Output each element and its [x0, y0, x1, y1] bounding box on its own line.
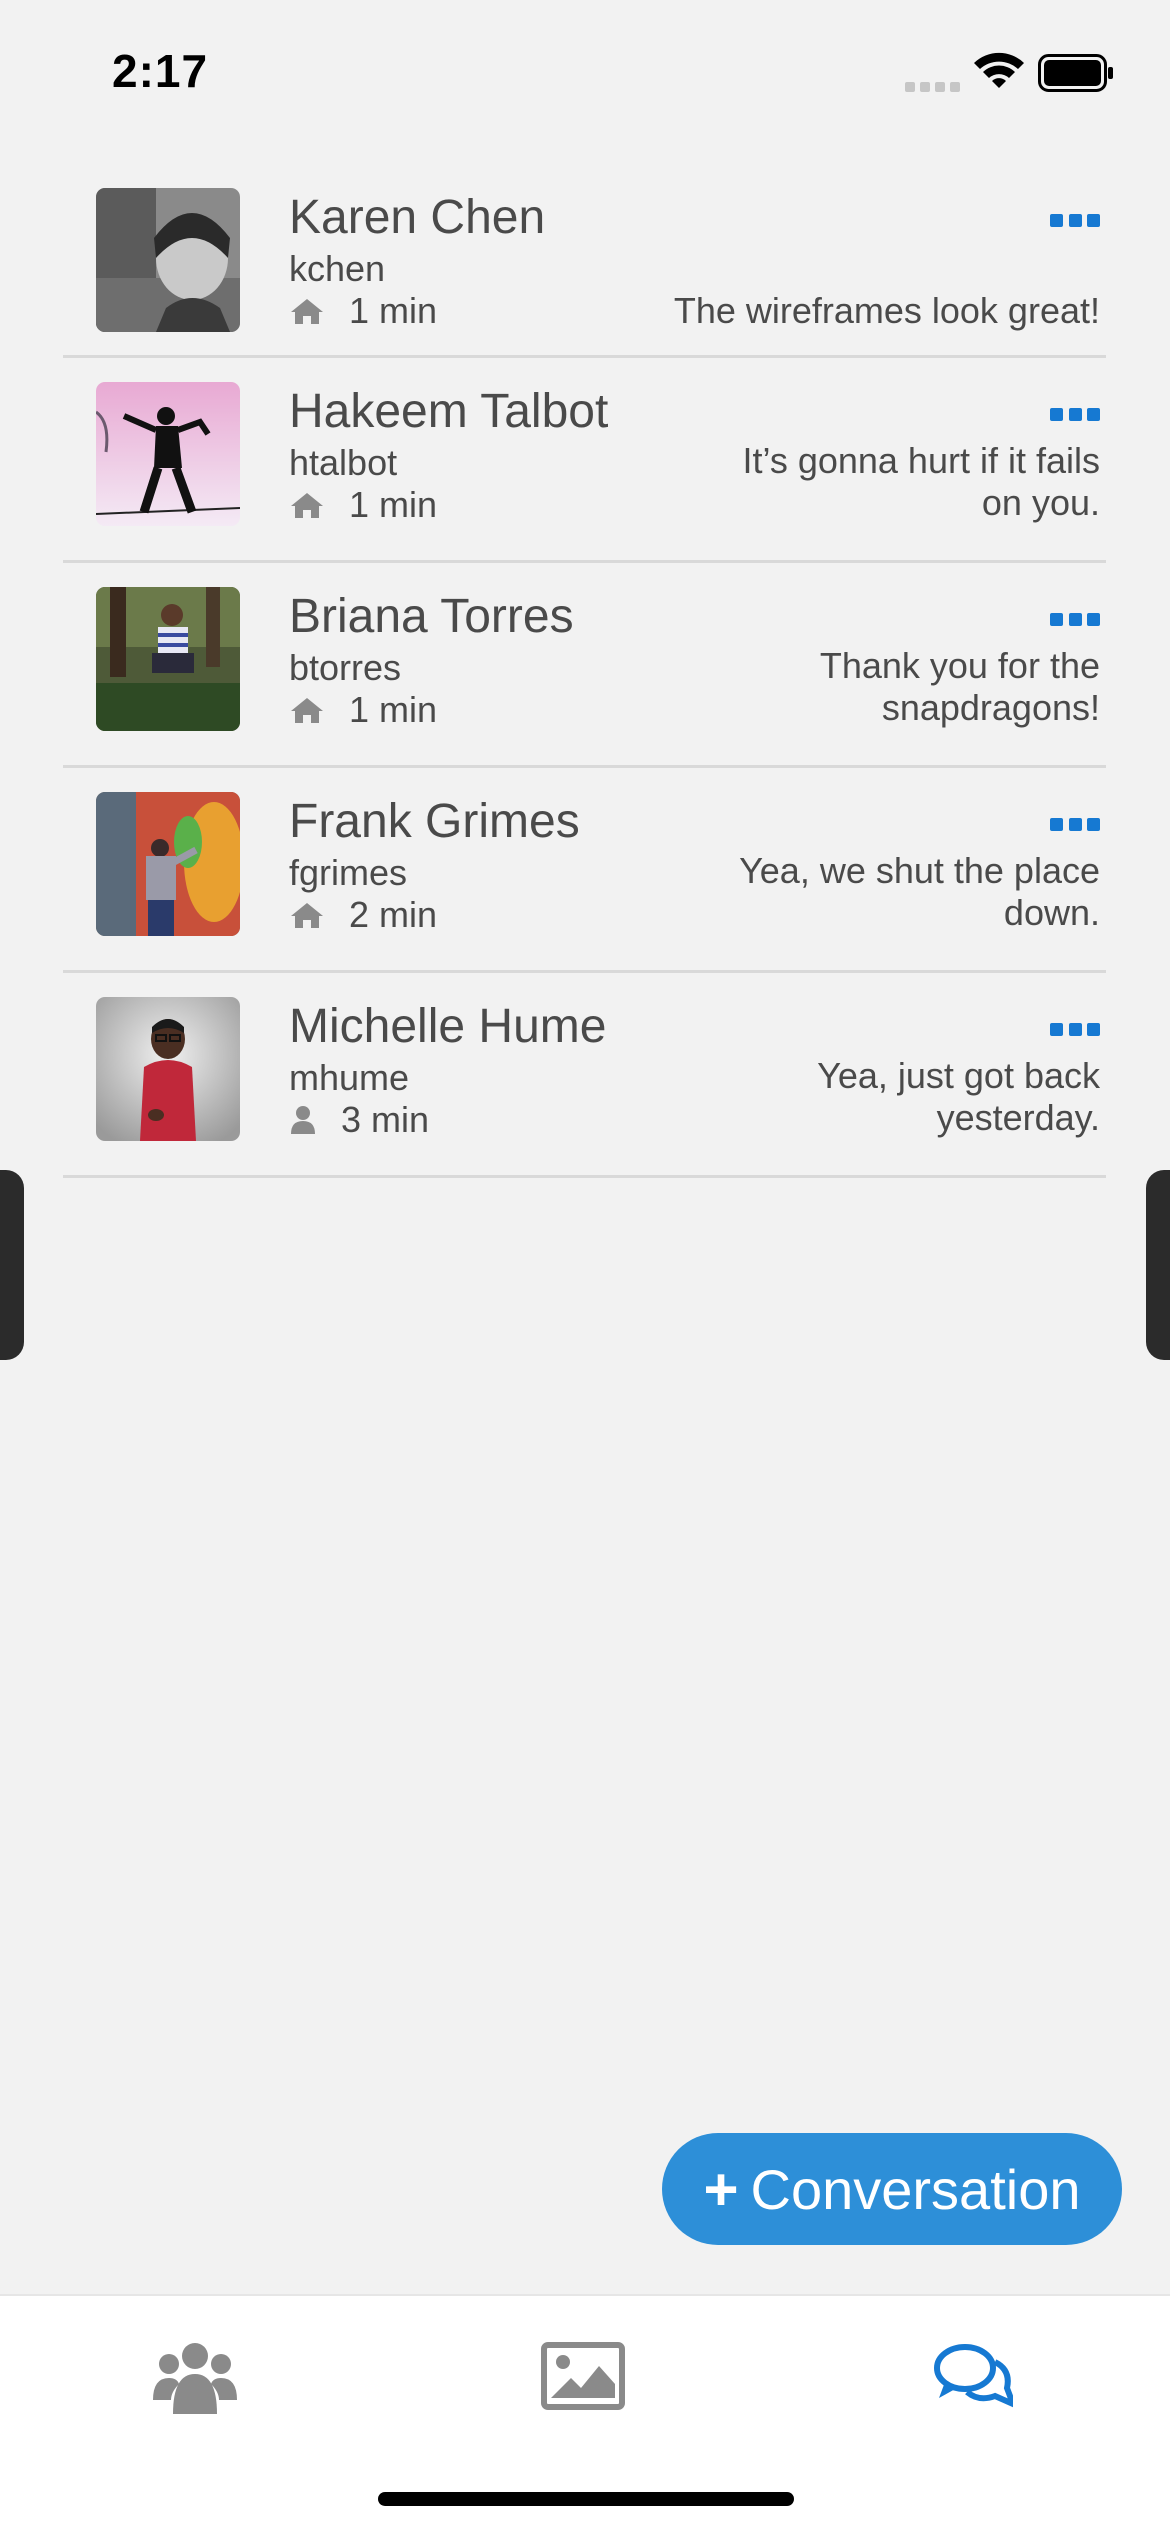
contact-name: Karen Chen	[289, 191, 546, 244]
avatar	[96, 587, 240, 731]
conversation-meta: 1 min	[289, 290, 437, 332]
conversation-meta: 1 min	[289, 689, 437, 731]
conversation-row[interactable]: Frank Grimes fgrimes 2 min Yea, we shut …	[63, 768, 1106, 973]
home-icon	[291, 299, 323, 324]
new-conversation-button[interactable]: + Conversation	[662, 2133, 1122, 2245]
conversation-meta: 3 min	[289, 1099, 429, 1141]
tab-gallery[interactable]	[528, 2326, 638, 2426]
conversation-row[interactable]: Michelle Hume mhume 3 min Yea, just got …	[63, 973, 1106, 1178]
last-message: Yea, we shut the place down.	[739, 850, 1100, 933]
side-drawer-handle-left[interactable]	[0, 1170, 24, 1360]
conversation-meta: 1 min	[289, 484, 437, 526]
contact-handle: fgrimes	[289, 852, 408, 893]
conversation-row[interactable]: Hakeem Talbot htalbot 1 min It’s gonna h…	[63, 358, 1106, 563]
wifi-icon	[972, 50, 1026, 90]
avatar	[96, 382, 240, 526]
conversation-time: 1 min	[349, 290, 438, 331]
plus-icon: +	[703, 2155, 739, 2223]
home-icon	[291, 493, 323, 518]
users-icon	[153, 2343, 237, 2414]
more-options-icon[interactable]	[1050, 613, 1100, 627]
cellular-signal-icon	[905, 82, 961, 92]
last-message: Thank you for the snapdragons!	[819, 645, 1100, 728]
conversation-list: Karen Chen kchen 1 min The wireframes lo…	[63, 166, 1106, 1178]
conversation-time: 1 min	[349, 689, 438, 730]
tab-conversations[interactable]	[918, 2326, 1028, 2426]
contact-handle: htalbot	[289, 442, 398, 483]
conversation-time: 3 min	[341, 1099, 430, 1140]
contact-name: Briana Torres	[289, 590, 574, 643]
conversation-meta: 2 min	[289, 894, 437, 936]
home-indicator	[378, 2492, 794, 2506]
contact-name: Michelle Hume	[289, 1000, 607, 1053]
contact-name: Frank Grimes	[289, 795, 580, 848]
last-message: The wireframes look great!	[673, 290, 1100, 331]
conversation-row[interactable]: Briana Torres btorres 1 min Thank you fo…	[63, 563, 1106, 768]
avatar	[96, 188, 240, 332]
last-message: Yea, just got back yesterday.	[817, 1055, 1100, 1138]
image-icon	[541, 2342, 625, 2410]
status-time: 2:17	[112, 45, 209, 97]
status-bar: 2:17	[0, 0, 1170, 150]
more-options-icon[interactable]	[1050, 214, 1100, 228]
conversation-time: 2 min	[349, 894, 438, 935]
tab-contacts[interactable]	[140, 2326, 250, 2426]
more-options-icon[interactable]	[1050, 1023, 1100, 1037]
home-icon	[291, 903, 323, 928]
more-options-icon[interactable]	[1050, 408, 1100, 422]
last-message: It’s gonna hurt if it fails on you.	[742, 440, 1100, 523]
avatar	[96, 792, 240, 936]
comments-icon	[934, 2344, 1013, 2408]
more-options-icon[interactable]	[1050, 818, 1100, 832]
side-drawer-handle-right[interactable]	[1146, 1170, 1170, 1360]
contact-handle: btorres	[289, 647, 402, 688]
avatar	[96, 997, 240, 1141]
contact-handle: mhume	[289, 1057, 410, 1098]
home-icon	[291, 698, 323, 723]
user-icon	[291, 1106, 315, 1134]
contact-handle: kchen	[289, 248, 386, 289]
contact-name: Hakeem Talbot	[289, 385, 609, 438]
conversation-row[interactable]: Karen Chen kchen 1 min The wireframes lo…	[63, 166, 1106, 358]
new-conversation-label: Conversation	[750, 2157, 1081, 2221]
battery-icon	[1038, 54, 1114, 92]
conversation-time: 1 min	[349, 484, 438, 525]
